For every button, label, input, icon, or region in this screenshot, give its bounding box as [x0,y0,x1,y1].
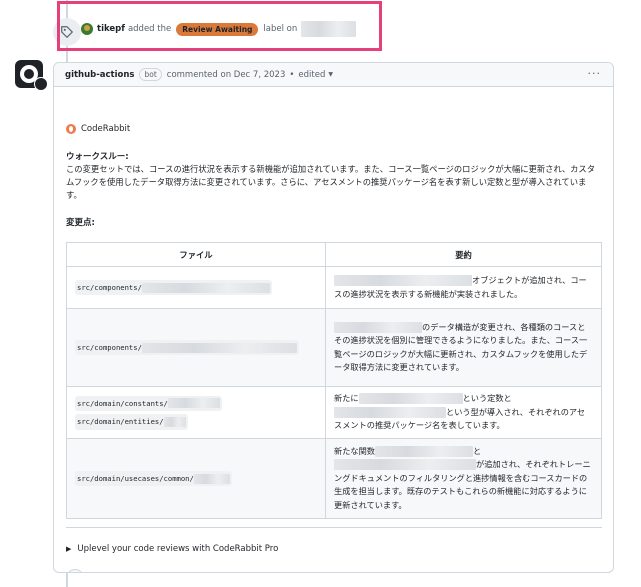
redacted-text [358,393,463,405]
comment-header: github-actions bot commented on Dec 7, 2… [54,63,613,87]
github-actions-avatar[interactable] [15,60,48,91]
column-header-summary: 要約 [325,242,602,267]
coderabbit-header: CodeRabbit [66,124,130,134]
disclosure-triangle-icon[interactable]: ▶ [66,545,71,553]
table-row: src/domain/constants/ src/domain/entitie… [66,386,602,439]
meta-separator: • [289,69,295,80]
more-options-button[interactable]: ··· [588,67,602,80]
edited-dropdown[interactable]: edited [298,70,325,80]
redacted-text [334,321,422,333]
redacted-text [334,275,472,286]
file-path-text: src/domain/entities/ [77,417,164,426]
coderabbit-name: CodeRabbit [81,124,131,134]
table-row: src/components/ オブジェクトが追加され、コースの進捗状況を表示す… [66,266,602,309]
coderabbit-logo-icon [66,124,76,134]
file-cell: src/domain/usecases/common/ [66,438,326,519]
changes-title: 変更点: [66,218,95,228]
summary-cell: オブジェクトが追加され、コースの進捗状況を表示する新機能が実装されました。 [325,266,602,309]
summary-text: 新たに [334,393,359,404]
redacted-text [374,445,473,457]
smiley-icon[interactable]: ☺ [66,569,84,572]
file-path-text: src/domain/usecases/common/ [77,473,194,483]
file-path: src/components/ [75,279,272,296]
summary-cell: 新たに という定数と という型が導入され、それぞれのアセスメントの推奨パッケージ名… [325,386,602,439]
file-cell: src/components/ [66,308,326,387]
bot-label: bot [139,68,162,81]
walkthrough-text: この変更セットでは、コースの進行状況を表示する新機能が追加されています。また、コ… [66,164,596,200]
redacted-text [334,406,446,418]
summary-cell: 新たな関数と が追加され、それぞれトレーニングドキュメントのフィルタリングと進捗… [325,438,602,519]
comment-author-link[interactable]: github-actions [65,70,134,80]
changes-table: ファイル 要約 src/components/ オブジェクトが追加され、コースの… [66,242,602,519]
table-row: src/components/ のデータ構造が変更され、各種類のコースとその進捗… [66,308,602,387]
comment-timestamp[interactable]: commented on Dec 7, 2023 [167,70,286,80]
highlight-box [57,1,382,51]
summary-text: 新たな関数 [334,445,375,456]
summary-cell: のデータ構造が変更され、各種類のコースとその進捗状況を個別に管理できるようになり… [325,308,602,387]
table-header-row: ファイル 要約 [66,242,602,267]
table-row: src/domain/usecases/common/ 新たな関数と が追加され… [66,438,602,519]
divider [66,527,602,528]
summary-text: と [472,445,482,456]
walkthrough-title: ウォークスルー: [66,152,129,162]
redacted-text [141,342,297,353]
file-path: src/domain/constants/ [75,395,222,411]
comment-card: github-actions bot commented on Dec 7, 2… [53,62,614,573]
file-path-text: src/components/ [77,282,142,292]
chevron-down-icon[interactable]: ▼ [328,71,333,78]
file-path: src/domain/entities/ [75,414,188,430]
column-header-file: ファイル [66,242,326,267]
redacted-text [163,416,186,427]
file-cell: src/domain/constants/ src/domain/entitie… [66,386,326,439]
file-path-text: src/components/ [77,342,142,352]
redacted-text [334,459,476,471]
details-summary[interactable]: ▶ Uplevel your code reviews with CodeRab… [66,544,278,554]
file-cell: src/components/ [66,266,326,309]
details-summary-text[interactable]: Uplevel your code reviews with CodeRabbi… [77,544,278,554]
redacted-text [193,473,230,484]
redacted-text [167,398,220,409]
bot-badge-icon [34,77,48,91]
file-path-text: src/domain/constants/ [77,398,168,408]
file-path: src/domain/usecases/common/ [75,470,232,487]
summary-text: という定数と [462,393,512,404]
file-path: src/components/ [75,339,299,356]
redacted-text [141,282,270,293]
